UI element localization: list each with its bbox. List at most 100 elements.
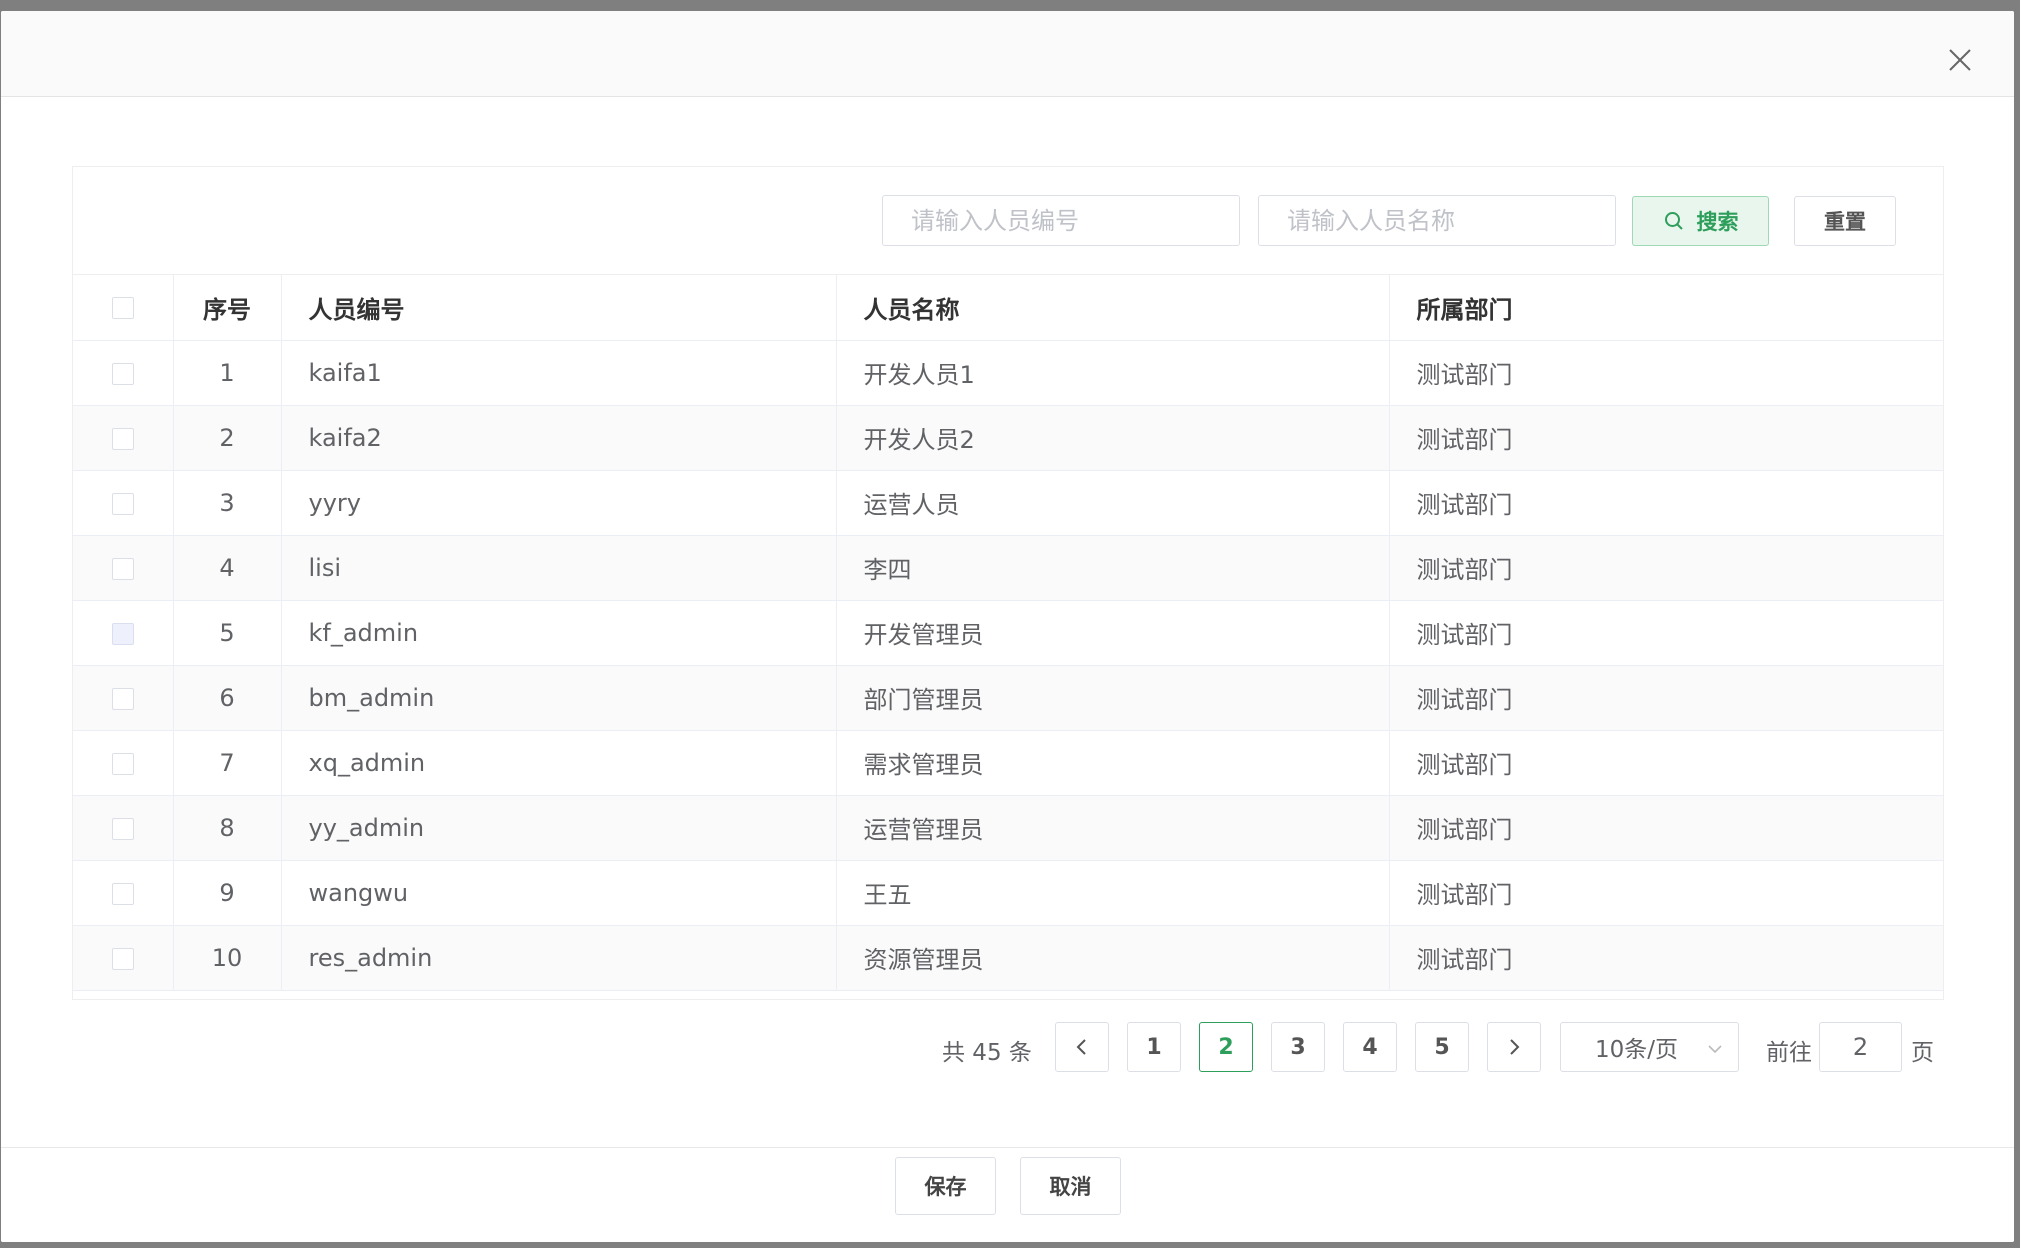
next-page-button[interactable] [1487,1022,1541,1072]
row-dept: 测试部门 [1389,600,1943,666]
dialog-header [1,11,2014,97]
save-button[interactable]: 保存 [895,1157,996,1215]
column-header-dept: 所属部门 [1389,275,1943,341]
search-button-label: 搜索 [1696,210,1739,234]
row-checkbox[interactable] [111,362,134,385]
reset-button-label: 重置 [1824,210,1866,234]
row-check-cell [73,600,174,666]
page-button-4[interactable]: 4 [1343,1022,1397,1072]
person-table: 序号 人员编号 人员名称 所属部门 1 kaifa1 开发人员1 测试部门 2 … [73,275,1943,991]
row-check-cell [73,925,174,991]
row-code: yyry [281,470,837,536]
row-name: 需求管理员 [836,730,1390,796]
row-name: 开发人员1 [836,340,1390,406]
row-dept: 测试部门 [1389,535,1943,601]
page-button-5[interactable]: 5 [1415,1022,1469,1072]
page-size-select[interactable]: 10条/页 [1560,1022,1739,1072]
prev-page-button[interactable] [1055,1022,1109,1072]
row-dept: 测试部门 [1389,405,1943,471]
row-dept: 测试部门 [1389,795,1943,861]
table-row[interactable]: 8 yy_admin 运营管理员 测试部门 [73,795,1943,861]
table-row[interactable]: 3 yyry 运营人员 测试部门 [73,470,1943,536]
table-row[interactable]: 10 res_admin 资源管理员 测试部门 [73,925,1943,991]
row-name: 资源管理员 [836,925,1390,991]
row-check-cell [73,405,174,471]
row-name: 开发管理员 [836,600,1390,666]
row-dept: 测试部门 [1389,665,1943,731]
row-name: 开发人员2 [836,405,1390,471]
close-button[interactable] [1945,45,1975,75]
reset-button[interactable]: 重置 [1794,196,1896,246]
row-code: kaifa1 [281,340,837,406]
row-check-cell [73,730,174,796]
row-check-cell [73,470,174,536]
row-code: lisi [281,535,837,601]
row-code: wangwu [281,860,837,926]
close-icon [1949,49,1971,71]
search-toolbar: 搜索 重置 [73,167,1943,275]
row-index: 9 [173,860,282,926]
chevron-left-icon [1076,1039,1086,1055]
row-name: 部门管理员 [836,665,1390,731]
table-row[interactable]: 1 kaifa1 开发人员1 测试部门 [73,340,1943,406]
save-button-label: 保存 [924,1175,967,1199]
table-row[interactable]: 6 bm_admin 部门管理员 测试部门 [73,665,1943,731]
table-row[interactable]: 2 kaifa2 开发人员2 测试部门 [73,405,1943,471]
row-index: 1 [173,340,282,406]
person-table-panel: 搜索 重置 序号 人员编号 人员名称 所属部门 [72,166,1944,1000]
goto-suffix: 页 [1911,1040,1934,1066]
row-checkbox[interactable] [111,492,134,515]
row-check-cell [73,535,174,601]
row-dept: 测试部门 [1389,470,1943,536]
dialog-footer [1,1147,2014,1242]
row-index: 4 [173,535,282,601]
row-dept: 测试部门 [1389,730,1943,796]
row-checkbox[interactable] [111,882,134,905]
row-checkbox[interactable] [111,947,134,970]
row-checkbox[interactable] [111,817,134,840]
row-dept: 测试部门 [1389,925,1943,991]
table-row[interactable]: 5 kf_admin 开发管理员 测试部门 [73,600,1943,666]
chevron-down-icon [1708,1045,1722,1054]
table-row[interactable]: 7 xq_admin 需求管理员 测试部门 [73,730,1943,796]
row-check-cell [73,340,174,406]
row-code: res_admin [281,925,837,991]
row-checkbox[interactable] [111,687,134,710]
row-code: bm_admin [281,665,837,731]
search-icon [1664,212,1683,230]
row-index: 2 [173,405,282,471]
row-name: 运营管理员 [836,795,1390,861]
row-index: 8 [173,795,282,861]
search-button[interactable]: 搜索 [1632,196,1769,246]
row-code: yy_admin [281,795,837,861]
row-code: xq_admin [281,730,837,796]
row-checkbox[interactable] [111,752,134,775]
row-checkbox[interactable] [111,557,134,580]
row-check-cell [73,665,174,731]
row-index: 5 [173,600,282,666]
select-all-cell [73,275,174,341]
select-all-checkbox[interactable] [111,297,134,320]
table-row[interactable]: 9 wangwu 王五 测试部门 [73,860,1943,926]
cancel-button[interactable]: 取消 [1020,1157,1121,1215]
row-checkbox[interactable] [111,622,134,645]
table-header-row: 序号 人员编号 人员名称 所属部门 [73,275,1943,341]
page-button-1[interactable]: 1 [1127,1022,1181,1072]
column-header-code: 人员编号 [281,275,837,341]
row-name: 李四 [836,535,1390,601]
pagination-total: 共 45 条 [942,1040,1032,1066]
row-dept: 测试部门 [1389,340,1943,406]
goto-label: 前往 [1766,1040,1812,1066]
row-checkbox[interactable] [111,427,134,450]
person-code-input[interactable] [882,195,1240,246]
page-button-2[interactable]: 2 [1199,1022,1253,1072]
row-name: 运营人员 [836,470,1390,536]
row-index: 7 [173,730,282,796]
column-header-name: 人员名称 [836,275,1390,341]
row-index: 3 [173,470,282,536]
goto-page-input[interactable] [1819,1022,1902,1072]
page-button-3[interactable]: 3 [1271,1022,1325,1072]
row-index: 10 [173,925,282,991]
person-name-input[interactable] [1258,195,1616,246]
table-row[interactable]: 4 lisi 李四 测试部门 [73,535,1943,601]
